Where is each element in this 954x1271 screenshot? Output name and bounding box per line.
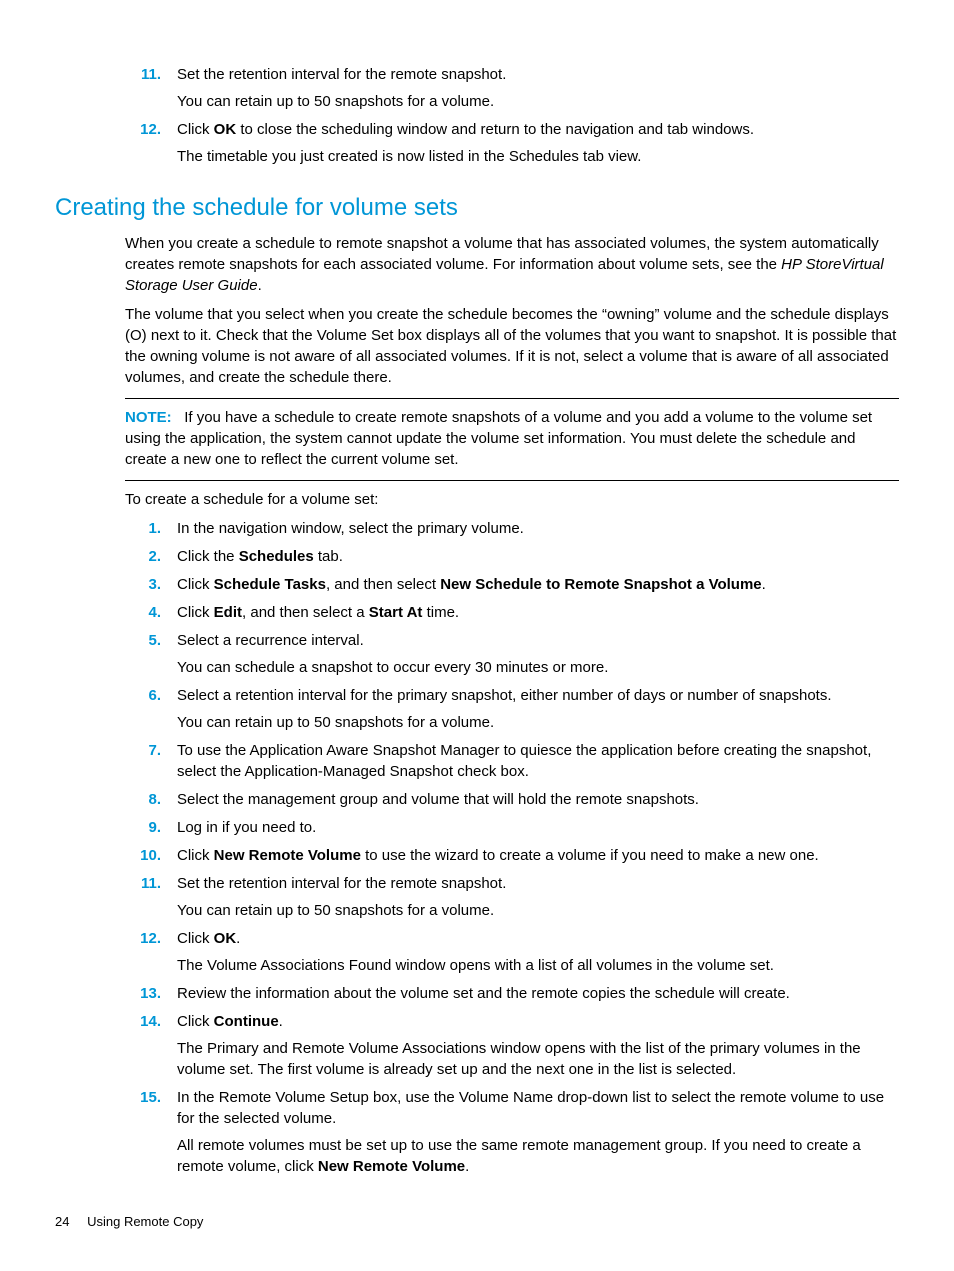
step-text: Click OK to close the scheduling window …: [177, 119, 899, 171]
step-13: 13.Review the information about the volu…: [125, 983, 899, 1008]
note-text: If you have a schedule to create remote …: [125, 409, 872, 468]
step-number: 11.: [125, 64, 177, 116]
step-12-top: 12. Click OK to close the scheduling win…: [125, 119, 899, 171]
note-divider-top: [125, 398, 899, 399]
step-1: 1.In the navigation window, select the p…: [125, 518, 899, 543]
step-text: Set the retention interval for the remot…: [177, 64, 899, 116]
step-11-top: 11. Set the retention interval for the r…: [125, 64, 899, 116]
chapter-title: Using Remote Copy: [87, 1214, 203, 1229]
step-9: 9.Log in if you need to.: [125, 817, 899, 842]
step-6: 6.Select a retention interval for the pr…: [125, 685, 899, 737]
procedure-intro: To create a schedule for a volume set:: [125, 489, 899, 510]
step-3: 3.Click Schedule Tasks, and then select …: [125, 574, 899, 599]
step-15: 15.In the Remote Volume Setup box, use t…: [125, 1087, 899, 1181]
note-block: NOTE: If you have a schedule to create r…: [125, 407, 899, 470]
step-number: 12.: [125, 119, 177, 171]
step-5: 5.Select a recurrence interval.You can s…: [125, 630, 899, 682]
note-label: NOTE:: [125, 409, 172, 426]
top-continued-steps: 11. Set the retention interval for the r…: [125, 64, 899, 171]
step-14: 14.Click Continue.The Primary and Remote…: [125, 1011, 899, 1084]
step-4: 4.Click Edit, and then select a Start At…: [125, 602, 899, 627]
step-10: 10.Click New Remote Volume to use the wi…: [125, 845, 899, 870]
page-number: 24: [55, 1214, 69, 1229]
step-7: 7.To use the Application Aware Snapshot …: [125, 740, 899, 786]
page-footer: 24 Using Remote Copy: [55, 1213, 203, 1231]
procedure-steps: 1.In the navigation window, select the p…: [125, 518, 899, 1181]
step-11: 11.Set the retention interval for the re…: [125, 873, 899, 925]
step-2: 2.Click the Schedules tab.: [125, 546, 899, 571]
step-12: 12.Click OK.The Volume Associations Foun…: [125, 928, 899, 980]
step-8: 8.Select the management group and volume…: [125, 789, 899, 814]
section-heading: Creating the schedule for volume sets: [55, 191, 899, 225]
note-divider-bottom: [125, 480, 899, 481]
section-intro: When you create a schedule to remote sna…: [125, 233, 899, 388]
